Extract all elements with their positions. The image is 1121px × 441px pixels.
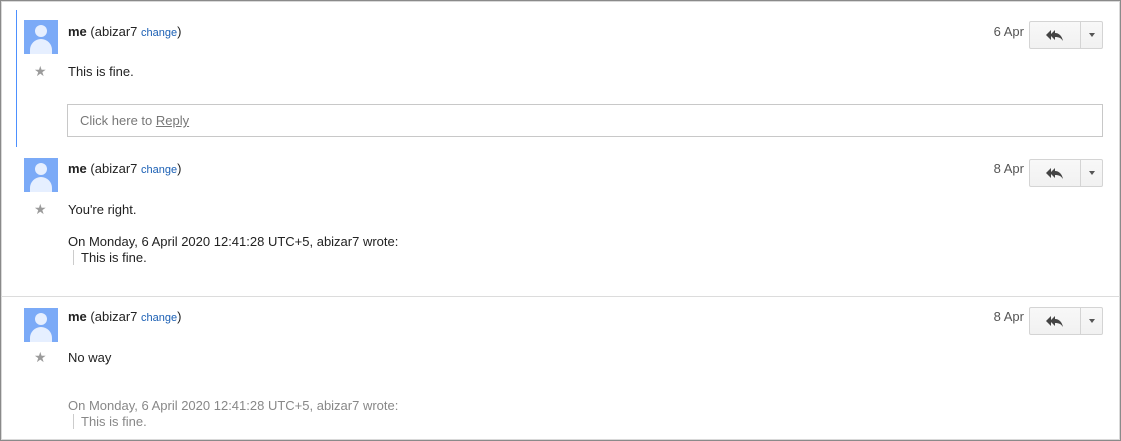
sender-account: abizar7 bbox=[94, 161, 138, 176]
message-date: 6 Apr bbox=[993, 24, 1024, 39]
quote-header: On Monday, 6 April 2020 12:41:28 UTC+5, … bbox=[68, 398, 399, 413]
reply-all-icon bbox=[1046, 168, 1063, 179]
message-actions bbox=[1029, 307, 1103, 335]
change-link[interactable]: change bbox=[141, 27, 177, 39]
message-date: 8 Apr bbox=[993, 309, 1024, 324]
chevron-down-icon bbox=[1088, 33, 1095, 37]
quoted-text: This is fine. bbox=[73, 414, 147, 429]
conversation-thread: me (abizar7 change) 6 Apr ★ This is fine… bbox=[0, 0, 1121, 441]
reply-link[interactable]: Reply bbox=[156, 113, 189, 128]
change-link[interactable]: change bbox=[141, 312, 177, 324]
sender-line: me (abizar7 change) bbox=[68, 309, 182, 324]
more-options-button[interactable] bbox=[1081, 308, 1102, 334]
message-1: me (abizar7 change) 6 Apr ★ This is fine… bbox=[1, 1, 1120, 151]
reply-all-icon bbox=[1046, 316, 1063, 327]
sender-name[interactable]: me bbox=[68, 161, 87, 176]
message-body: This is fine. bbox=[68, 64, 134, 79]
message-date: 8 Apr bbox=[993, 161, 1024, 176]
more-options-button[interactable] bbox=[1081, 22, 1102, 48]
star-icon[interactable]: ★ bbox=[34, 64, 47, 78]
message-3: me (abizar7 change) 8 Apr ★ No way On Mo… bbox=[1, 296, 1120, 440]
quoted-text: This is fine. bbox=[73, 250, 147, 265]
quote-header: On Monday, 6 April 2020 12:41:28 UTC+5, … bbox=[68, 234, 399, 249]
chevron-down-icon bbox=[1088, 319, 1095, 323]
sender-line: me (abizar7 change) bbox=[68, 161, 182, 176]
reply-box[interactable]: Click here to Reply bbox=[67, 104, 1103, 137]
sender-name[interactable]: me bbox=[68, 24, 87, 39]
sender-account: abizar7 bbox=[94, 24, 138, 39]
reply-all-icon bbox=[1046, 30, 1063, 41]
sender-name[interactable]: me bbox=[68, 309, 87, 324]
message-actions bbox=[1029, 159, 1103, 187]
sender-account: abizar7 bbox=[94, 309, 138, 324]
chevron-down-icon bbox=[1088, 171, 1095, 175]
message-body: No way bbox=[68, 350, 112, 365]
sender-line: me (abizar7 change) bbox=[68, 24, 182, 39]
message-actions bbox=[1029, 21, 1103, 49]
reply-all-button[interactable] bbox=[1030, 160, 1081, 186]
focus-indicator bbox=[16, 10, 17, 147]
reply-box-prefix: Click here to bbox=[80, 113, 156, 128]
reply-all-button[interactable] bbox=[1030, 22, 1081, 48]
avatar-icon[interactable] bbox=[24, 20, 58, 54]
reply-all-button[interactable] bbox=[1030, 308, 1081, 334]
change-link[interactable]: change bbox=[141, 164, 177, 176]
star-icon[interactable]: ★ bbox=[34, 202, 47, 216]
avatar-icon[interactable] bbox=[24, 158, 58, 192]
message-2: me (abizar7 change) 8 Apr ★ You're right… bbox=[1, 151, 1120, 296]
avatar-icon[interactable] bbox=[24, 308, 58, 342]
message-body: You're right. bbox=[68, 202, 137, 217]
more-options-button[interactable] bbox=[1081, 160, 1102, 186]
star-icon[interactable]: ★ bbox=[34, 350, 47, 364]
